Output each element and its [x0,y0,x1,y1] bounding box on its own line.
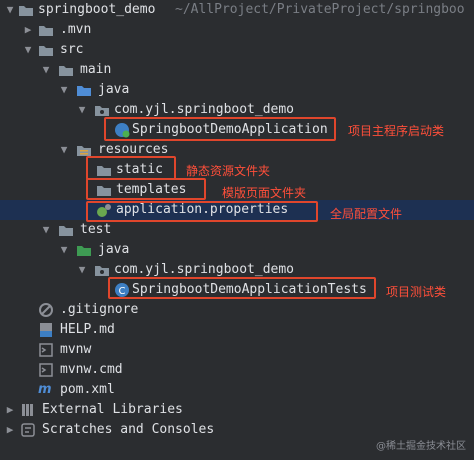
annotation-app-class: 项目主程序启动类 [348,124,445,138]
package-icon [95,266,109,276]
chevron-down-icon[interactable]: ▼ [40,220,52,240]
chevron-down-icon[interactable]: ▼ [40,60,52,80]
tree-row-src[interactable]: ▼ src [0,40,474,60]
highlight-app-class [104,117,336,141]
chevron-right-icon[interactable]: ▶ [22,20,34,40]
test-java-folder-label: java [98,242,130,257]
annotation-test-class: 项目测试类 [386,285,447,299]
chevron-right-icon[interactable]: ▶ [4,400,16,420]
main-folder-label: main [80,62,112,77]
chevron-down-icon[interactable]: ▼ [22,40,34,60]
annotation-app-properties: 全局配置文件 [330,207,403,221]
tree-row-resources[interactable]: ▼ resources [0,140,474,160]
maven-icon: m [38,382,52,397]
chevron-down-icon[interactable]: ▼ [58,240,70,260]
mvnw-cmd-label: mvnw.cmd [60,362,123,377]
tree-row-gitignore[interactable]: .gitignore [0,300,474,320]
tree-row-main[interactable]: ▼ main [0,60,474,80]
external-libraries-label: External Libraries [42,402,183,417]
tree-row-mvnw-cmd[interactable]: mvnw.cmd [0,360,474,380]
watermark: @稀土掘金技术社区 [376,441,466,452]
folder-icon [39,26,53,36]
annotation-templates: 模版页面文件夹 [222,186,307,200]
tree-row-test[interactable]: ▼ test [0,220,474,240]
src-folder-label: src [60,42,84,57]
tree-row-help[interactable]: HELP.md [0,320,474,340]
tree-row-main-java[interactable]: ▼ java [0,80,474,100]
tree-row-test-java[interactable]: ▼ java [0,240,474,260]
folder-icon [59,226,73,236]
folder-icon [19,6,33,16]
markdown-file-icon [40,323,52,337]
chevron-down-icon[interactable]: ▼ [76,100,88,120]
chevron-down-icon[interactable]: ▼ [76,260,88,280]
highlight-app-properties [86,201,318,222]
library-icon [22,404,33,416]
help-md-label: HELP.md [60,322,115,337]
tree-row-mvnw[interactable]: mvnw [0,340,474,360]
mvnw-label: mvnw [60,342,92,357]
annotation-static: 静态资源文件夹 [186,164,271,178]
test-source-folder-icon [77,246,91,256]
highlight-test-class [108,277,376,299]
highlight-templates [86,178,206,200]
pom-label: pom.xml [60,382,115,397]
chevron-right-icon[interactable]: ▶ [4,420,16,440]
script-file-icon [39,343,53,357]
package-icon [95,106,109,116]
chevron-down-icon[interactable]: ▼ [58,80,70,100]
tree-row-pom[interactable]: m pom.xml [0,380,474,400]
tree-row-external-libraries[interactable]: ▶ External Libraries [0,400,474,420]
main-java-folder-label: java [98,82,130,97]
folder-icon [59,66,73,76]
root-folder-label: springboot_demo [38,2,156,17]
test-folder-label: test [80,222,112,237]
gitignore-file-icon [39,303,53,317]
gitignore-label: .gitignore [60,302,139,317]
scratches-label: Scratches and Consoles [42,422,215,437]
folder-icon [39,46,53,56]
highlight-static [86,156,176,180]
chevron-down-icon[interactable]: ▼ [4,0,16,20]
scratches-icon [21,423,35,437]
root-path-label: ~/AllProject/PrivateProject/springboo [175,2,465,17]
chevron-down-icon[interactable]: ▼ [58,140,70,160]
tree-row-root[interactable]: ▼ springboot_demo ~/AllProject/PrivatePr… [0,0,474,20]
source-folder-icon [77,86,91,96]
script-file-icon [39,363,53,377]
mvn-folder-label: .mvn [60,22,92,37]
tree-row-mvn[interactable]: ▶ .mvn [0,20,474,40]
